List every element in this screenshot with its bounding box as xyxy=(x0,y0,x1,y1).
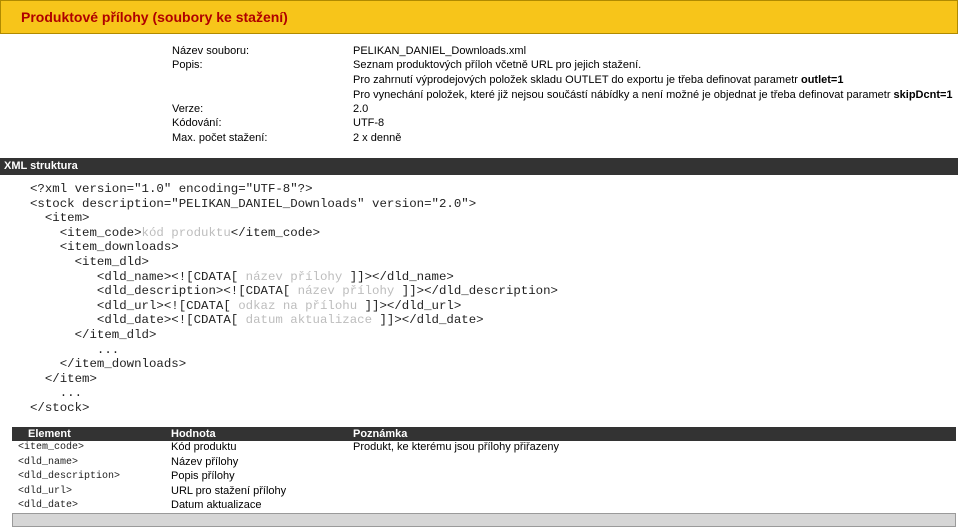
version-value: 2.0 xyxy=(353,103,369,115)
xml-placeholder: odkaz na přílohu xyxy=(230,298,365,313)
filename-label: Název souboru: xyxy=(172,45,250,57)
xml-line: </stock> xyxy=(30,400,90,415)
table-footer xyxy=(12,513,956,527)
xml-line: ... xyxy=(30,342,120,357)
xml-line: <dld_date><![CDATA[ datum aktualizace ]]… xyxy=(30,313,484,328)
description-line-3: Pro vynechání položek, které již nejsou … xyxy=(353,89,953,101)
table-row: <dld_description> Popis přílohy xyxy=(12,470,956,485)
description-label: Popis: xyxy=(172,59,203,71)
xml-placeholder: název přílohy xyxy=(238,269,350,284)
xml-line: <item_code>kód produktu</item_code> xyxy=(30,225,321,240)
xml-line: </item_dld> xyxy=(30,327,157,342)
cell-element: <dld_date> xyxy=(18,500,79,511)
xml-placeholder: kód produktu xyxy=(141,225,231,240)
page-title: Produktové přílohy (soubory ke stažení) xyxy=(21,9,288,25)
filename-value: PELIKAN_DANIEL_Downloads.xml xyxy=(353,45,527,57)
cell-element: <dld_description> xyxy=(18,471,121,482)
cell-element: <dld_name> xyxy=(18,456,79,468)
cell-value: Datum aktualizace xyxy=(171,499,262,511)
version-label: Verze: xyxy=(172,103,204,115)
xml-line: <?xml version="1.0" encoding="UTF-8"?> xyxy=(30,182,313,196)
param-outlet: outlet=1 xyxy=(800,74,844,86)
xml-placeholder: datum aktualizace xyxy=(238,313,380,328)
xml-line: <dld_description><![CDATA[ název přílohy… xyxy=(30,284,558,299)
cell-value: Popis přílohy xyxy=(171,470,235,482)
cell-value: Kód produktu xyxy=(171,441,237,453)
max-downloads-value: 2 x denně xyxy=(353,132,402,144)
xml-line: <item_dld> xyxy=(30,254,149,269)
xml-code-block: <?xml version="1.0" encoding="UTF-8"?> <… xyxy=(30,182,558,416)
xml-line: <item_downloads> xyxy=(30,240,179,255)
column-header-note: Poznámka xyxy=(353,428,408,440)
param-skipdcnt: skipDcnt=1 xyxy=(893,89,953,101)
element-table: <item_code> Kód produktu Produkt, ke kte… xyxy=(12,441,956,513)
xml-line: <dld_name><![CDATA[ název přílohy ]]></d… xyxy=(30,269,454,284)
encoding-label: Kódování: xyxy=(172,117,222,129)
xml-line: <stock description="PELIKAN_DANIEL_Downl… xyxy=(30,196,477,211)
column-header-element: Element xyxy=(28,428,71,440)
cell-element: <dld_url> xyxy=(18,485,73,497)
description-line-1: Seznam produktových příloh včetně URL pr… xyxy=(353,59,642,71)
xml-line: <item> xyxy=(30,211,90,226)
column-header-value: Hodnota xyxy=(171,428,216,440)
xml-section-title: XML struktura xyxy=(4,160,78,172)
encoding-value: UTF-8 xyxy=(353,117,385,129)
table-header: Element Hodnota Poznámka xyxy=(12,427,956,441)
max-downloads-label: Max. počet stažení: xyxy=(172,132,268,144)
cell-value: URL pro stažení přílohy xyxy=(171,484,287,497)
table-row: <dld_name> Název přílohy xyxy=(12,456,956,471)
xml-line: </item_downloads> xyxy=(30,357,187,372)
cell-note: Produkt, ke kterému jsou přílohy přiřaze… xyxy=(353,441,560,453)
page-header: Produktové přílohy (soubory ke stažení) xyxy=(0,0,958,34)
table-row: <dld_date> Datum aktualizace xyxy=(12,499,956,514)
xml-placeholder: název přílohy xyxy=(290,284,402,299)
cell-value: Název přílohy xyxy=(171,455,239,468)
table-row: <dld_url> URL pro stažení přílohy xyxy=(12,485,956,500)
xml-section-header: XML struktura xyxy=(0,158,958,175)
xml-line: </item> xyxy=(30,371,97,386)
cell-element: <item_code> xyxy=(18,442,85,453)
table-row: <item_code> Kód produktu Produkt, ke kte… xyxy=(12,441,956,456)
xml-line: <dld_url><![CDATA[ odkaz na přílohu ]]><… xyxy=(30,298,462,313)
xml-line: ... xyxy=(30,386,83,401)
description-line-2: Pro zahrnutí výprodejových položek sklad… xyxy=(353,74,844,86)
